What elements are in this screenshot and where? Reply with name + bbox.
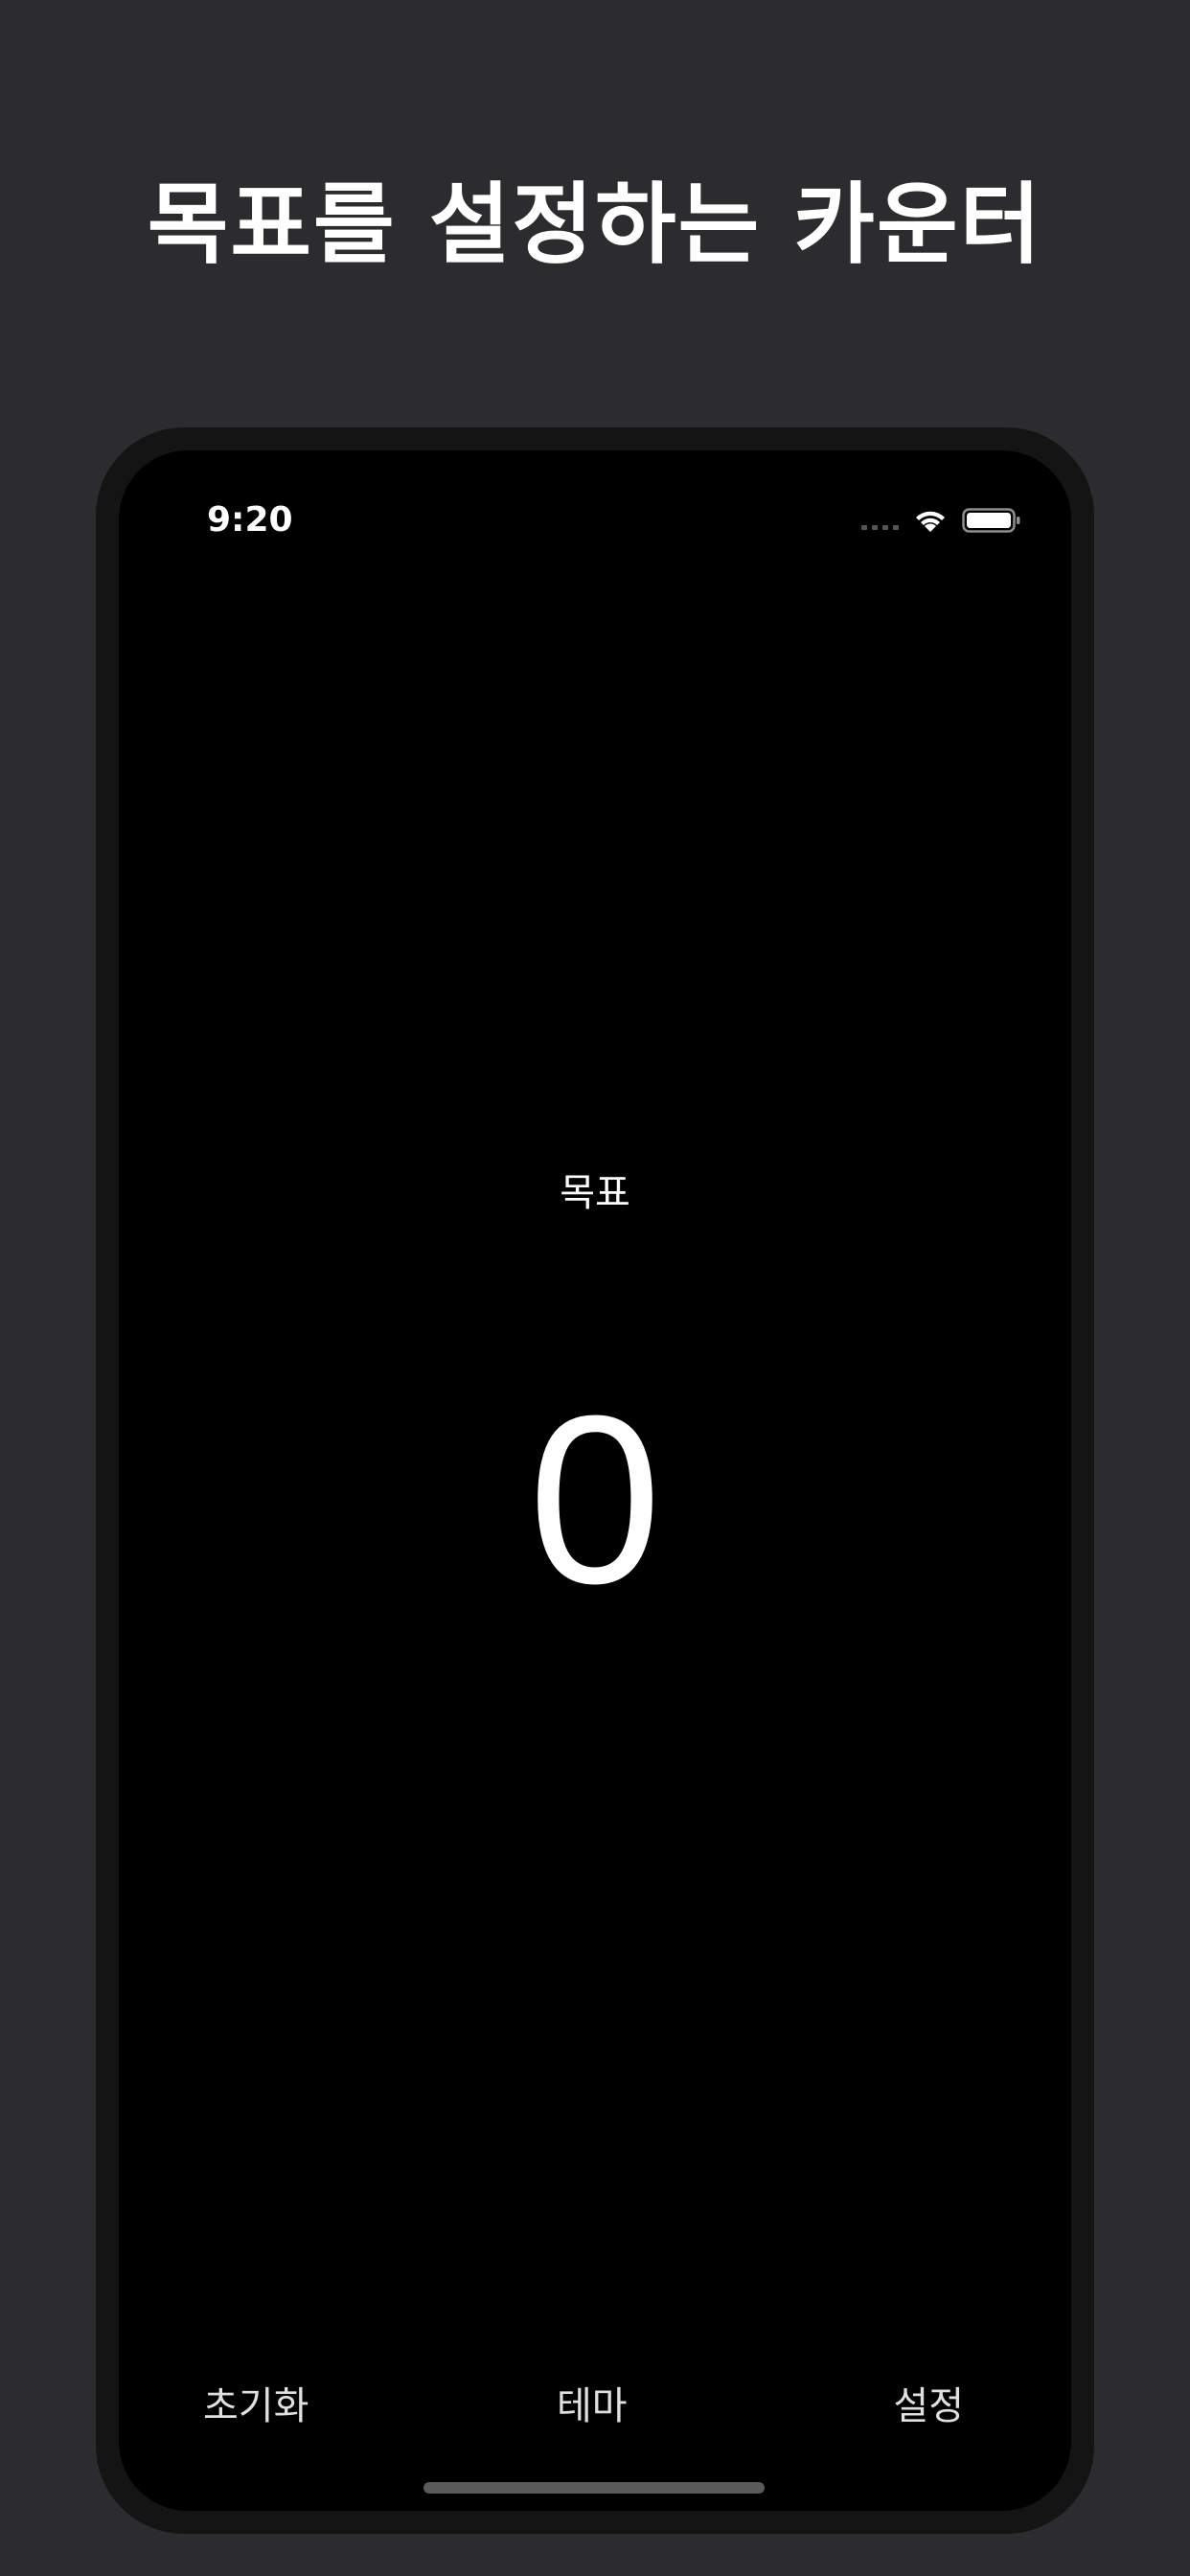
battery-icon <box>962 508 1020 533</box>
counter-value[interactable]: 0 <box>119 1380 1071 1620</box>
promo-headline: 목표를 설정하는 카운터 <box>147 173 1043 276</box>
settings-button[interactable]: 설정 <box>893 2375 964 2430</box>
status-icons <box>861 506 1021 535</box>
status-time: 9:20 <box>207 500 293 540</box>
home-indicator[interactable] <box>423 2482 765 2494</box>
phone-frame: 9:20 목표 0 초기화 테마 설정 <box>96 427 1094 2534</box>
goal-label: 목표 <box>560 1171 630 1215</box>
cellular-signal-icon <box>861 524 899 530</box>
app-screen: 9:20 목표 0 초기화 테마 설정 <box>119 450 1071 2511</box>
wifi-icon <box>916 511 945 532</box>
theme-button[interactable]: 테마 <box>557 2375 628 2430</box>
reset-button[interactable]: 초기화 <box>203 2375 309 2430</box>
